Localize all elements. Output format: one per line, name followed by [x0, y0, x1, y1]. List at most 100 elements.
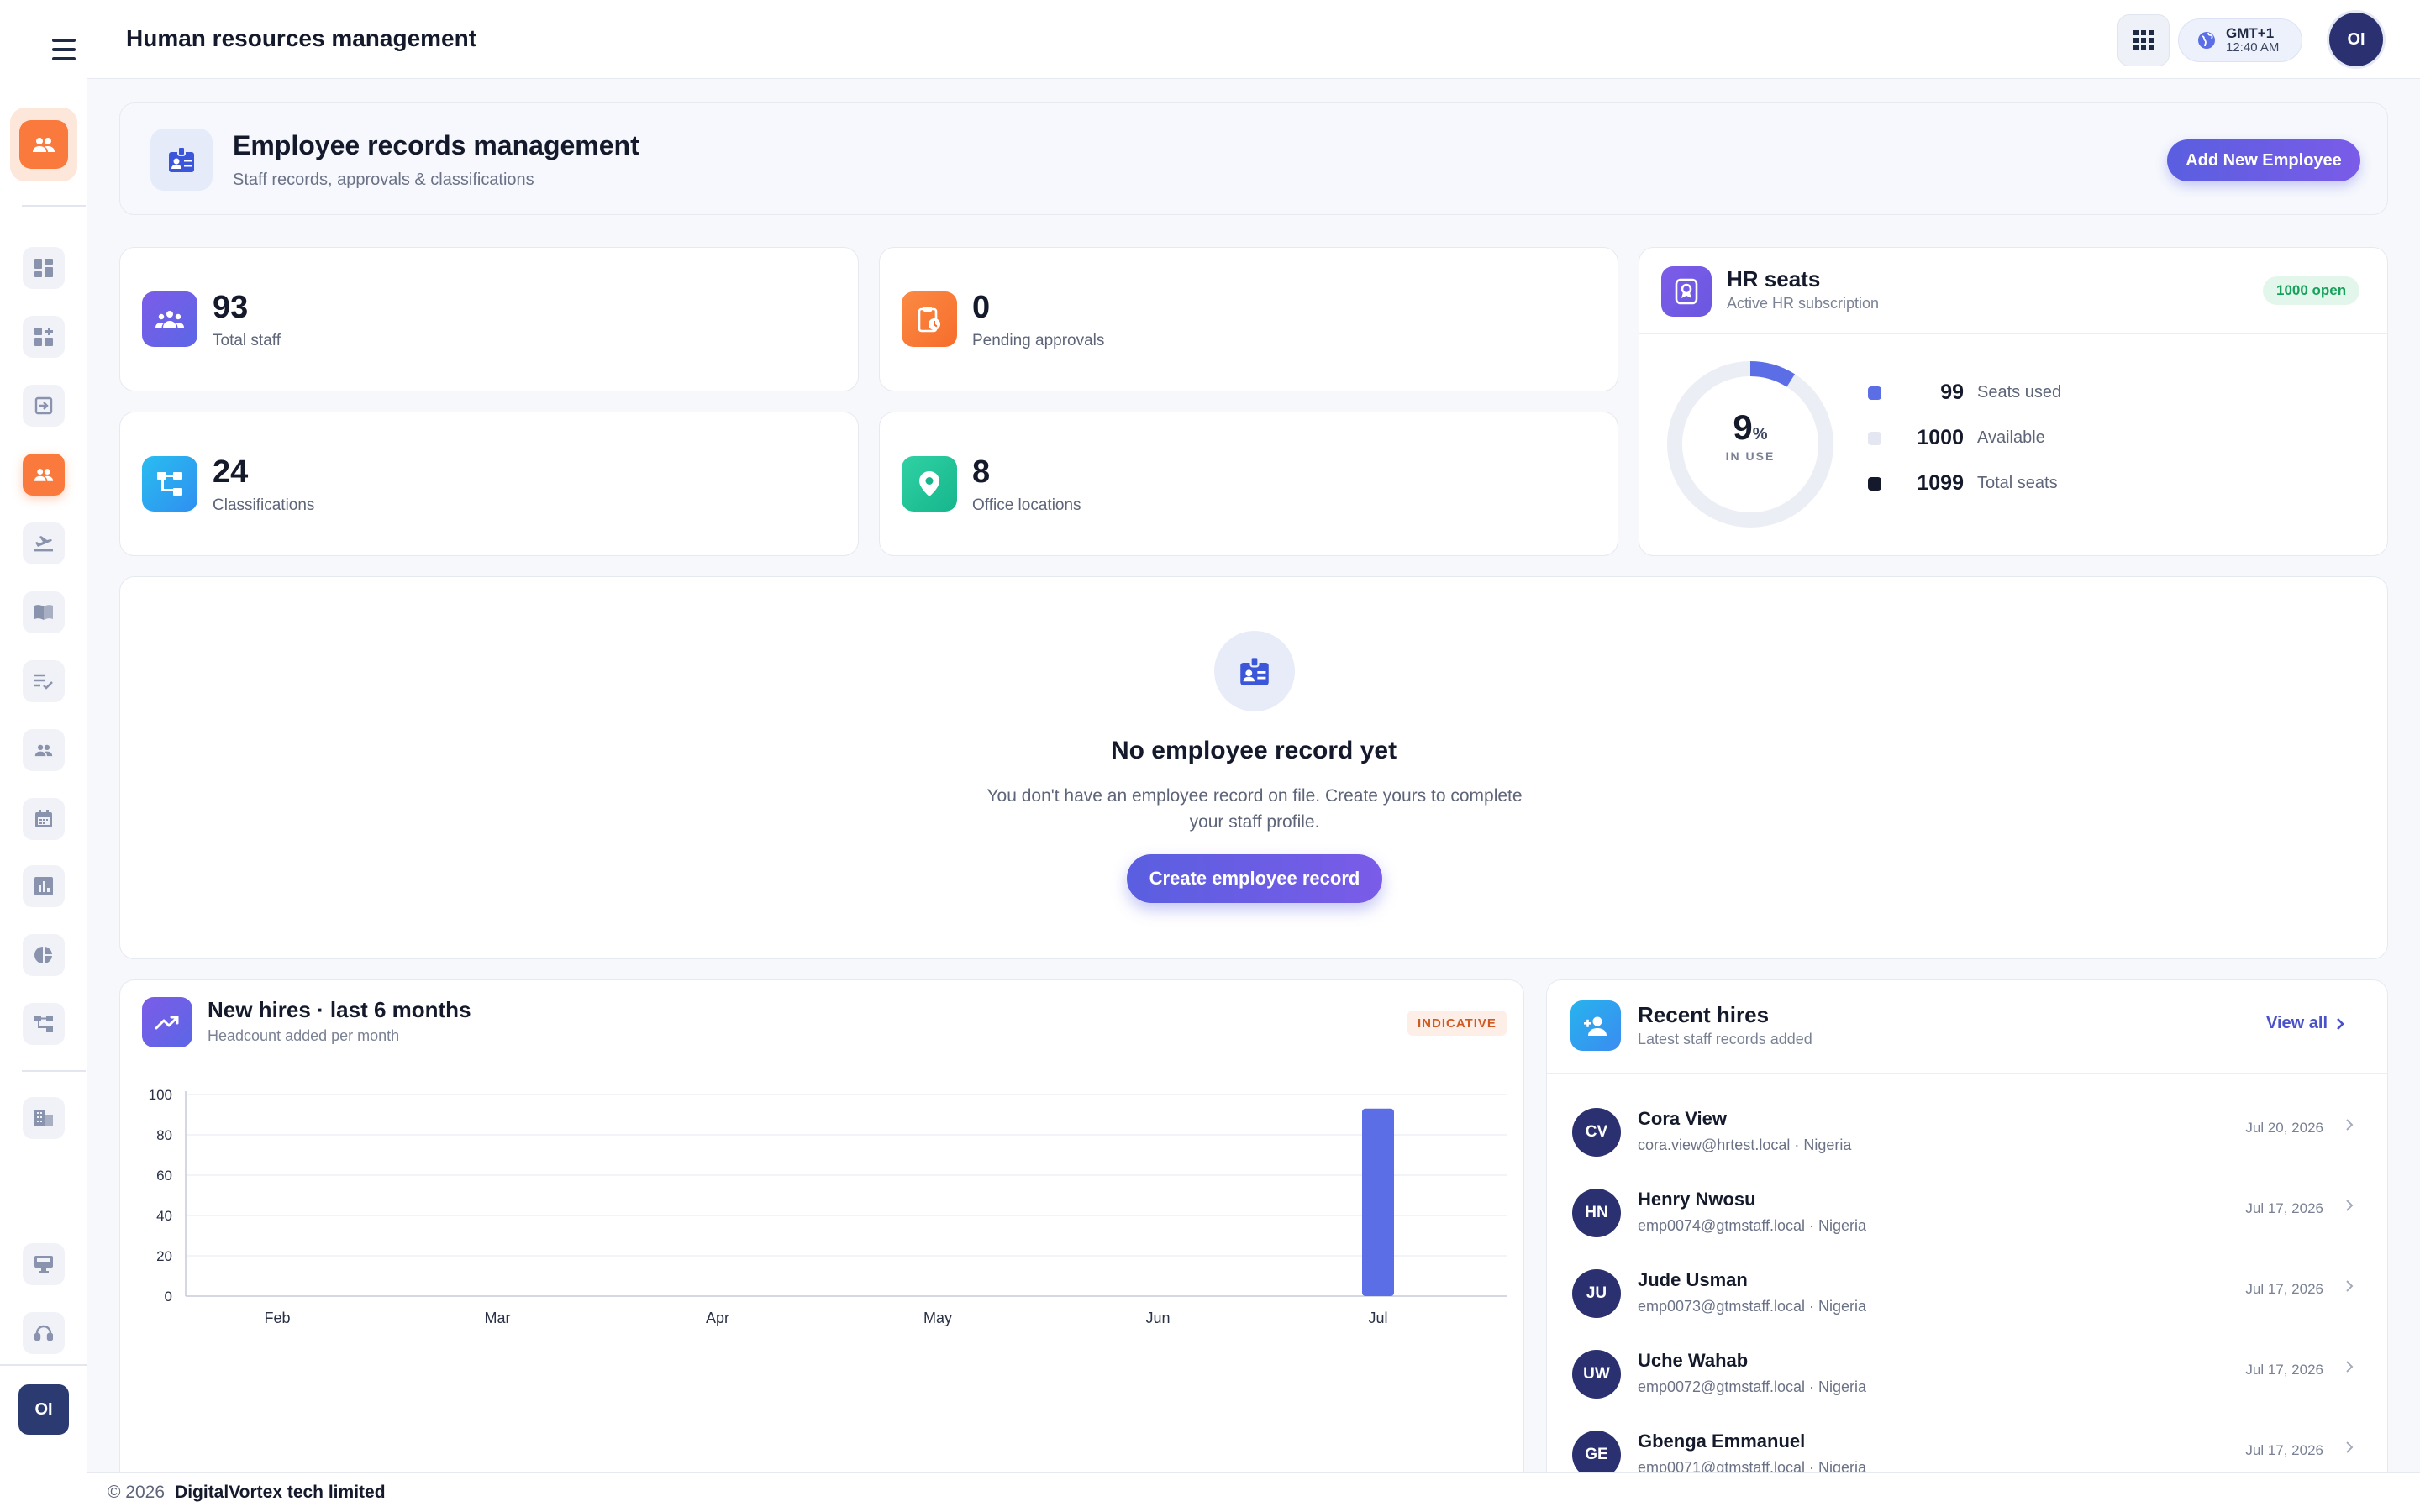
hire-name: Uche Wahab	[1638, 1350, 1749, 1371]
sidebar-item-widgets[interactable]	[23, 316, 65, 358]
total-staff-label: Total staff	[213, 332, 281, 349]
legend-dot	[1868, 431, 1881, 445]
hr-seats-title: HR seats	[1727, 266, 1821, 291]
checklist-icon	[34, 674, 53, 690]
y-tick-label: 60	[156, 1168, 172, 1184]
hire-date: Jul 17, 2026	[2245, 1281, 2323, 1297]
clipboard-clock-icon	[902, 291, 957, 347]
list-item[interactable]: CV Cora View cora.view@hrtest.local · Ni…	[1547, 1095, 2387, 1170]
sidebar-item-dashboard[interactable]	[23, 247, 65, 289]
x-tick-label: Jun	[1145, 1310, 1170, 1326]
total-seats-label: Total seats	[1977, 474, 2058, 492]
list-item[interactable]: HN Henry Nwosu emp0074@gtmstaff.local · …	[1547, 1175, 2387, 1251]
hire-name: Henry Nwosu	[1638, 1189, 1756, 1210]
sidebar-item-structure[interactable]	[23, 1003, 65, 1045]
timezone-chip[interactable]: GMT+1 12:40 AM	[2178, 18, 2302, 62]
seats-used-label: Seats used	[1977, 383, 2062, 402]
stat-classifications[interactable]: 24 Classifications	[119, 412, 859, 556]
office-locations-value: 8	[972, 454, 991, 490]
x-tick-label: Feb	[264, 1310, 290, 1326]
chevron-right-icon	[2346, 1280, 2354, 1292]
award-badge-icon	[1661, 266, 1712, 317]
support-icon	[34, 1325, 53, 1341]
sidebar-item-login[interactable]	[23, 385, 65, 427]
sidebar-item-company[interactable]	[23, 1097, 65, 1139]
hire-name: Cora View	[1638, 1108, 1727, 1129]
flight-icon	[34, 536, 53, 552]
list-item[interactable]: UW Uche Wahab emp0072@gtmstaff.local · N…	[1547, 1336, 2387, 1412]
people-icon	[142, 291, 197, 347]
x-tick-label: Mar	[485, 1310, 511, 1326]
trending-up-icon	[142, 997, 192, 1047]
clock-time: 12:40 AM	[2226, 40, 2280, 55]
sidebar-item-handbook[interactable]	[23, 591, 65, 633]
sidebar-user-avatar[interactable]: OI	[18, 1384, 69, 1435]
sidebar-item-desk[interactable]	[23, 1243, 65, 1285]
hr-seats-subtitle: Active HR subscription	[1727, 295, 1880, 312]
sidebar-item-reports[interactable]	[23, 865, 65, 907]
sidebar-item-analytics[interactable]	[23, 934, 65, 976]
add-employee-button[interactable]: Add New Employee	[2167, 139, 2360, 181]
office-locations-label: Office locations	[972, 496, 1081, 514]
menu-icon[interactable]	[52, 39, 86, 60]
people-icon	[19, 120, 68, 169]
user-avatar[interactable]: OI	[2329, 13, 2383, 66]
donut-center: 9% IN USE	[1665, 407, 1836, 463]
sidebar-item-travel[interactable]	[23, 522, 65, 564]
widgets-icon	[34, 328, 53, 346]
legend-available: 1000 Available	[1868, 426, 2045, 450]
sidebar-divider	[22, 1070, 86, 1072]
y-tick-label: 0	[165, 1289, 172, 1305]
login-icon	[34, 396, 53, 415]
x-tick-label: Jul	[1368, 1310, 1387, 1326]
group-icon	[34, 744, 53, 757]
sidebar-item-team[interactable]	[23, 729, 65, 771]
hire-email: cora.view@hrtest.local · Nigeria	[1638, 1137, 1852, 1153]
available-label: Available	[1977, 428, 2045, 447]
page-title: Employee records management	[233, 130, 639, 160]
sidebar-item-calendar[interactable]	[23, 798, 65, 840]
hr-module-tile[interactable]	[10, 108, 77, 181]
app-title: Human resources management	[126, 25, 477, 51]
stat-office-locations[interactable]: 8 Office locations	[879, 412, 1618, 556]
list-item[interactable]: JU Jude Usman emp0073@gtmstaff.local · N…	[1547, 1256, 2387, 1331]
avatar: UW	[1572, 1350, 1621, 1399]
new-hires-subtitle: Headcount added per month	[208, 1027, 400, 1044]
view-all-label: View all	[2266, 1014, 2328, 1032]
hire-email: emp0073@gtmstaff.local · Nigeria	[1638, 1298, 1867, 1315]
seats-used-value: 99	[1940, 381, 1964, 404]
percent-unit: %	[1752, 425, 1768, 444]
view-all-link[interactable]: View all	[2266, 1014, 2344, 1033]
sidebar-item-employees[interactable]	[23, 454, 65, 496]
y-tick-label: 80	[156, 1127, 172, 1143]
legend-dot	[1868, 386, 1881, 400]
legend-total-seats: 1099 Total seats	[1868, 471, 2058, 496]
globe-icon	[2198, 32, 2215, 49]
sidebar-item-support[interactable]	[23, 1312, 65, 1354]
open-seats-badge: 1000 open	[2263, 276, 2360, 305]
new-hires-card: New hires · last 6 months Headcount adde…	[119, 979, 1524, 1500]
top-bar: Human resources management GMT+1 12:40 A…	[87, 0, 2420, 79]
calendar-icon	[35, 810, 52, 827]
total-seats-value: 1099	[1917, 471, 1964, 495]
divider	[1639, 333, 2387, 334]
chevron-right-icon	[2346, 1361, 2354, 1373]
classifications-value: 24	[213, 454, 249, 490]
stat-total-staff[interactable]: 93 Total staff	[119, 247, 859, 391]
desktop-icon	[34, 1256, 53, 1273]
y-tick-label: 20	[156, 1248, 172, 1264]
empty-state-message: You don't have an employee record on fil…	[986, 786, 1523, 832]
company-name: DigitalVortex tech limited	[175, 1482, 386, 1502]
sidebar-item-checklist[interactable]	[23, 660, 65, 702]
create-employee-record-button[interactable]: Create employee record	[1127, 854, 1382, 903]
bar-chart-icon	[34, 877, 53, 895]
divider	[1547, 1073, 2387, 1074]
recent-hires-card: Recent hires Latest staff records added …	[1546, 979, 2388, 1500]
stat-pending-approvals[interactable]: 0 Pending approvals	[879, 247, 1618, 391]
recent-hires-title: Recent hires	[1638, 1002, 1770, 1027]
id-badge-icon	[1214, 631, 1295, 711]
empty-state-title: No employee record yet	[1110, 737, 1397, 764]
bar	[1362, 1108, 1394, 1296]
avatar: JU	[1572, 1269, 1621, 1318]
apps-grid-button[interactable]	[2118, 14, 2170, 66]
